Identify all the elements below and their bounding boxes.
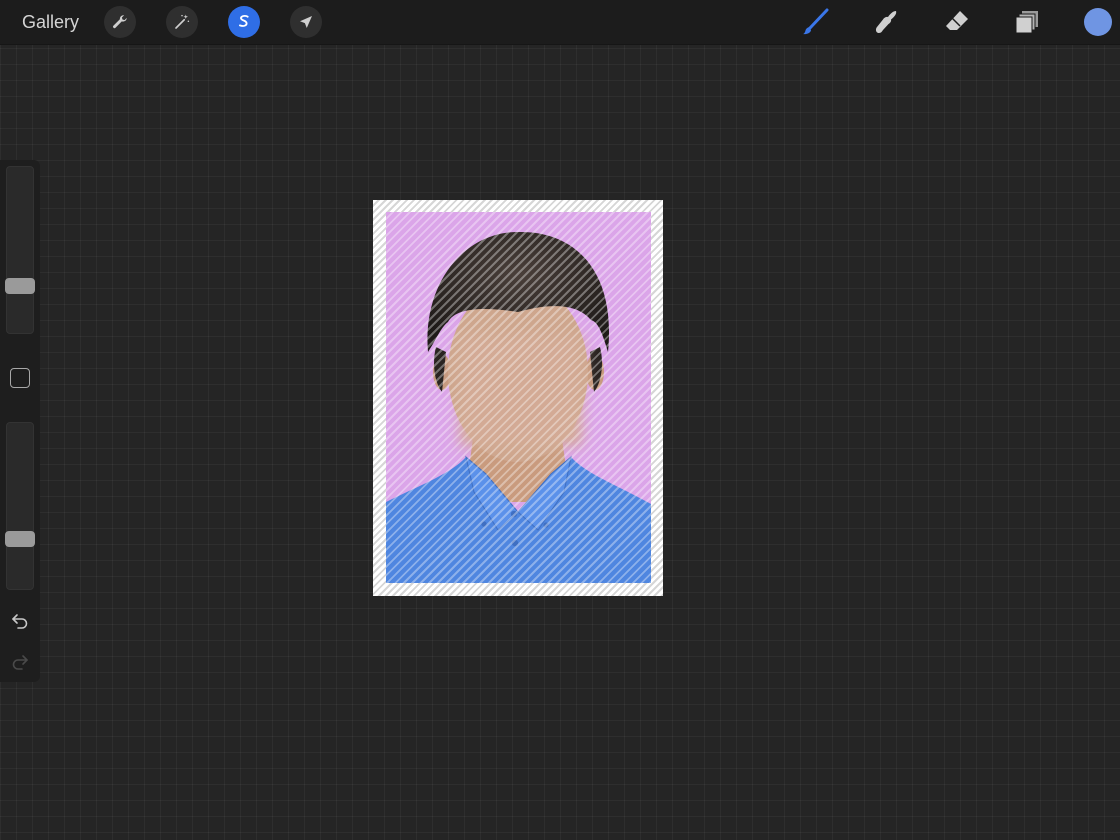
modify-button[interactable] [10,368,30,388]
opacity-thumb[interactable] [5,531,35,548]
magic-wand-icon [175,14,190,29]
shirt-button [511,539,519,547]
layers-icon [1015,11,1038,34]
actions-button[interactable] [104,6,136,38]
brush-icon [803,8,829,35]
layers-button[interactable] [1011,6,1043,38]
left-sidebar [0,160,40,682]
portrait-photo [386,212,651,583]
selection-button[interactable] [228,6,260,38]
brush-size-slider[interactable] [6,166,34,334]
top-toolbar: Gallery [0,0,1120,45]
portrait-illustration [386,212,651,583]
undo-button[interactable] [8,609,32,633]
eraser-icon [946,11,968,30]
smudge-finger-icon [875,11,897,33]
brush-size-thumb[interactable] [5,278,35,295]
undo-icon [12,614,28,629]
transform-button[interactable] [290,6,322,38]
gallery-button[interactable]: Gallery [22,11,79,33]
arrow-cursor-icon [300,16,312,28]
face-blur-box [460,336,582,446]
eraser-button[interactable] [941,6,973,38]
shirt-button [510,510,518,518]
opacity-slider[interactable] [6,422,34,590]
redo-icon [12,655,28,670]
redo-button[interactable] [8,650,32,674]
adjustments-button[interactable] [166,6,198,38]
smudge-button[interactable] [870,6,902,38]
wrench-icon [113,15,127,29]
selection-s-icon [238,15,249,27]
color-swatch-button[interactable] [1084,8,1112,36]
brush-button[interactable] [800,6,832,38]
